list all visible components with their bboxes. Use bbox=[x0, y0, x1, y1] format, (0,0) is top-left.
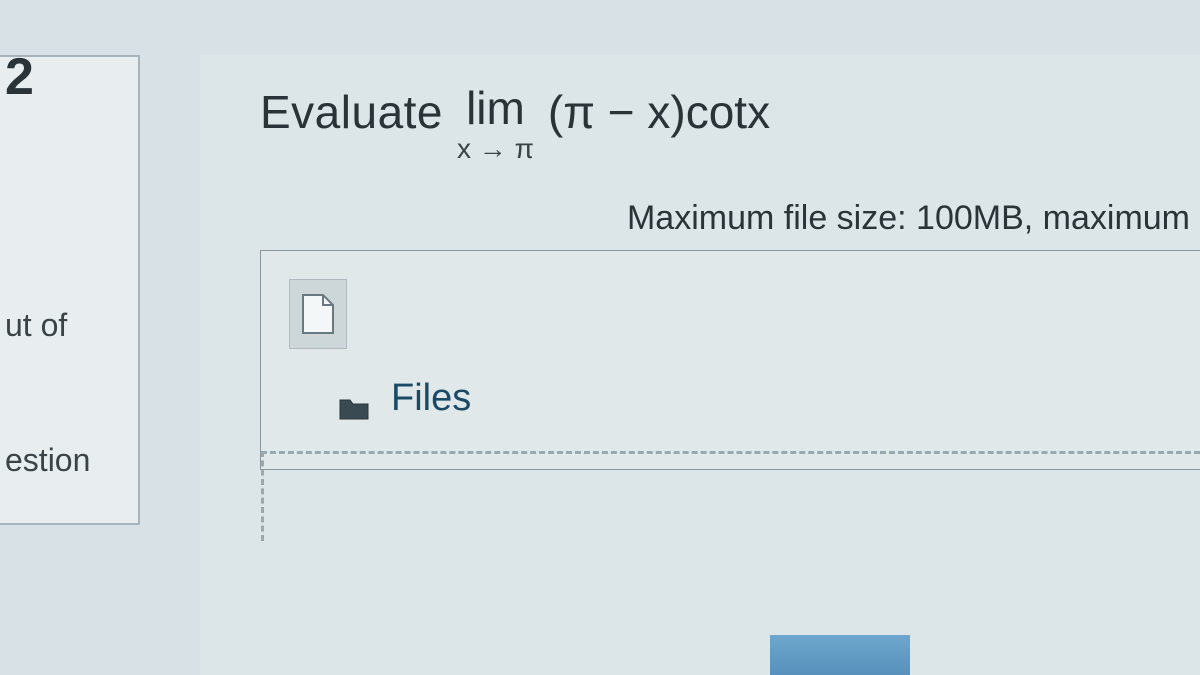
folder-icon bbox=[339, 387, 369, 411]
question-content: Evaluate lim x → π (π − x)cotx Maximum f… bbox=[200, 55, 1200, 675]
files-toggle[interactable]: Files bbox=[339, 377, 471, 420]
limit-expression: (π − x)cotx bbox=[548, 85, 770, 139]
file-upload-area[interactable]: Files bbox=[260, 250, 1200, 470]
partial-button[interactable] bbox=[770, 635, 910, 675]
file-size-hint: Maximum file size: 100MB, maximum bbox=[200, 173, 1200, 246]
question-prompt: Evaluate lim x → π (π − x)cotx bbox=[200, 55, 1200, 173]
add-file-button[interactable] bbox=[289, 279, 347, 349]
files-label: Files bbox=[391, 377, 471, 420]
limit-notation: lim x → π bbox=[457, 85, 534, 163]
question-sidebar: 2 ut of estion bbox=[0, 55, 140, 525]
question-number: 2 bbox=[5, 47, 34, 107]
marks-out-of-fragment: ut of bbox=[5, 307, 67, 344]
limit-approach: x → π bbox=[457, 135, 534, 163]
flag-question-fragment[interactable]: estion bbox=[5, 442, 90, 479]
document-icon bbox=[301, 293, 335, 335]
file-drop-zone[interactable] bbox=[261, 451, 1200, 541]
evaluate-label: Evaluate bbox=[260, 85, 443, 139]
lim-text: lim bbox=[466, 85, 525, 131]
